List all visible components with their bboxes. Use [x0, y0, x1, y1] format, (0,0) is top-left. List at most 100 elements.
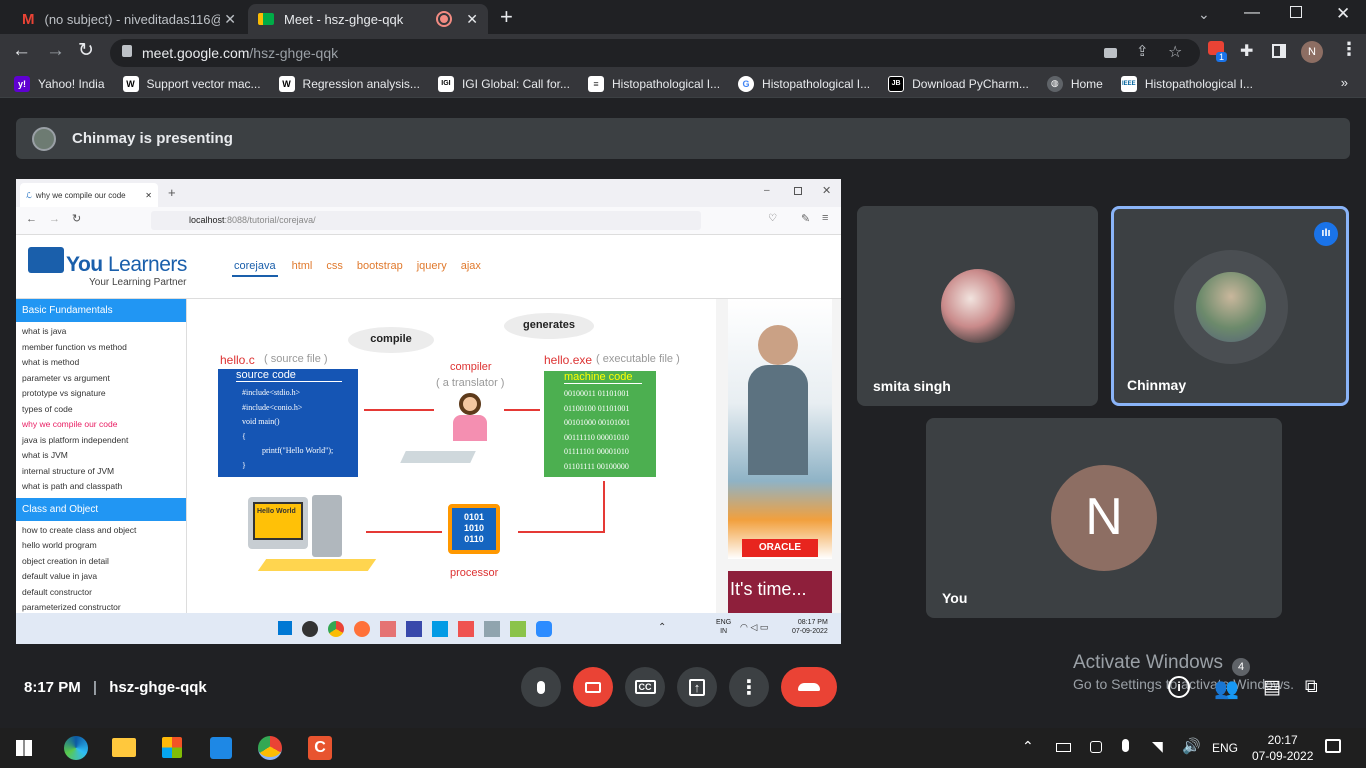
tab-strip: M (no subject) - niveditadas116@gm ✕ Mee… — [0, 0, 1366, 34]
participant-tile-you[interactable]: N You — [926, 418, 1282, 618]
jetbrains-icon: JB — [888, 75, 905, 92]
logo-tagline: Your Learning Partner — [89, 277, 187, 288]
chrome-icon — [328, 621, 344, 637]
photos-app-icon[interactable] — [210, 737, 232, 759]
more-vert-icon: ⋮ — [739, 676, 759, 699]
reload-icon[interactable]: ↻ — [78, 39, 94, 62]
presenter-banner: Chinmay is presenting — [16, 118, 1350, 159]
bookmark-item[interactable]: W Regression analysis... — [278, 75, 420, 92]
chat-button[interactable]: ▤ — [1263, 676, 1281, 701]
shared-taskbar: ⌃ ENG IN ◠ ◁ ▭ 08:17 PM 07-09-2022 — [16, 613, 841, 644]
maximize-button[interactable] — [1290, 6, 1302, 18]
store-icon[interactable] — [162, 737, 182, 758]
keyboard-icon — [257, 559, 377, 571]
bookmark-item[interactable]: IEEE Histopathological I... — [1120, 75, 1253, 92]
app-c-icon[interactable]: C — [308, 736, 332, 760]
tab-search-icon[interactable]: ⌄ — [1198, 6, 1210, 23]
leave-call-button[interactable] — [781, 667, 837, 707]
tray-chevron-icon[interactable]: ⌃ — [1022, 738, 1034, 755]
tray-chevron-icon: ⌃ — [658, 622, 667, 633]
hang-up-icon — [798, 683, 820, 691]
taskbar-lang[interactable]: ENG — [1212, 741, 1238, 755]
file-explorer-icon[interactable] — [112, 738, 136, 757]
list-item: { — [242, 431, 246, 441]
site-nav: corejava html css bootstrap jquery ajax — [232, 260, 481, 277]
ad-banner: It's time... — [728, 571, 832, 613]
new-tab-button[interactable]: + — [500, 4, 513, 30]
logo-you: You — [66, 253, 103, 276]
meeting-details-button[interactable]: i — [1168, 676, 1190, 698]
camera-icon[interactable] — [1104, 48, 1117, 58]
site-header: You Learners Your Learning Partner corej… — [16, 235, 841, 299]
captions-button[interactable]: CC — [625, 667, 665, 707]
cpu-tower-icon — [312, 495, 342, 557]
yahoo-icon: y! — [14, 75, 30, 92]
nav-bootstrap: bootstrap — [356, 260, 403, 272]
close-window-button[interactable]: ✕ — [1336, 4, 1350, 24]
more-bookmarks-icon[interactable]: » — [1341, 75, 1348, 90]
book-icon — [400, 451, 476, 463]
url-text: meet.google.com/hsz-ghge-qqk — [142, 45, 338, 61]
ad-person-body — [748, 365, 808, 475]
extensions-icon[interactable]: ✚ — [1240, 41, 1253, 61]
forward-arrow-icon[interactable]: → — [46, 40, 65, 62]
participant-avatar — [1196, 272, 1266, 342]
close-icon[interactable]: ✕ — [224, 11, 236, 28]
volume-tray-icon: 🔊 — [1182, 738, 1201, 755]
bookmark-item[interactable]: ◍ Home — [1046, 75, 1103, 92]
camera-off-button[interactable] — [573, 667, 613, 707]
windows-start-icon[interactable] — [16, 740, 32, 756]
nav-corejava: corejava — [232, 260, 278, 277]
arrow-to-computer — [366, 531, 442, 533]
notifications-icon[interactable] — [1325, 739, 1341, 753]
ad-brand: ORACLE — [742, 539, 818, 557]
compile-diagram: compile generates hello.c ( source file … — [188, 299, 716, 613]
participant-tile-smita[interactable]: smita singh — [857, 206, 1098, 406]
bookmark-item[interactable]: G Histopathological I... — [738, 75, 870, 92]
url-host: meet.google.com — [142, 45, 250, 61]
arrow-to-machine — [504, 409, 540, 411]
speaking-indicator-icon: ıIı — [1314, 222, 1338, 246]
bookmark-item[interactable]: ≡ Histopathological I... — [587, 75, 720, 92]
bookmark-item[interactable]: y! Yahoo! India — [14, 75, 105, 92]
bookmark-star-icon[interactable]: ☆ — [1168, 42, 1182, 62]
share-icon[interactable]: ⇪ — [1136, 42, 1149, 60]
list-item: 00101000 00101001 — [564, 418, 630, 427]
bookmark-item[interactable]: JB Download PyCharm... — [888, 75, 1029, 92]
minimize-button[interactable]: — — [1244, 4, 1260, 22]
logo-learners: Learners — [108, 253, 187, 276]
chrome-taskbar-icon[interactable] — [258, 736, 282, 760]
reload-icon: ↻ — [72, 213, 82, 225]
more-options-button[interactable]: ⋮ — [729, 667, 769, 707]
participant-tile-chinmay[interactable]: ıIı Chinmay — [1111, 206, 1349, 406]
shared-screen: ℒ why we compile our code ✕ + – ✕ ← → ↻ … — [16, 179, 841, 644]
activities-button[interactable]: ⧉ — [1305, 676, 1318, 701]
list-item: member function vs method — [22, 341, 127, 352]
source-code-heading: source code — [236, 369, 342, 382]
captions-icon: CC — [634, 680, 656, 694]
list-item: 01101111 00100000 — [564, 461, 629, 471]
back-arrow-icon[interactable]: ← — [12, 40, 31, 62]
people-button[interactable]: 👥 4 — [1214, 658, 1250, 701]
list-item: #include<stdio.h> — [242, 388, 301, 397]
present-button[interactable]: ↑ — [677, 667, 717, 707]
address-bar[interactable]: meet.google.com/hsz-ghge-qqk ⇪ ☆ — [110, 39, 1200, 67]
chat-icon — [484, 621, 500, 637]
shared-tab: ℒ why we compile our code ✕ — [20, 183, 158, 207]
meeting-time: 8:17 PM — [24, 679, 81, 696]
tab-gmail[interactable]: M (no subject) - niveditadas116@gm ✕ — [12, 4, 246, 34]
bookmark-item[interactable]: W Support vector mac... — [122, 75, 261, 92]
side-panel-icon[interactable] — [1272, 44, 1286, 58]
side-controls: i 👥 4 ▤ ⧉ — [1168, 658, 1318, 701]
taskbar-clock[interactable]: 20:17 07-09-2022 — [1252, 732, 1313, 764]
tab-meet[interactable]: Meet - hsz-ghge-qqk ✕ — [248, 4, 488, 34]
wifi-tray-icon: ◥ — [1152, 738, 1163, 754]
microphone-button[interactable] — [521, 667, 561, 707]
menu-dots-icon[interactable]: ⋮ — [1340, 39, 1358, 60]
meet-tray-icon — [1090, 741, 1102, 753]
close-icon[interactable]: ✕ — [466, 11, 478, 28]
edge-icon[interactable] — [64, 736, 88, 760]
bookmark-item[interactable]: IGI IGI Global: Call for... — [437, 75, 570, 92]
machine-code-box: machine code 00100011 01101001 01100100 0… — [544, 371, 656, 477]
profile-avatar[interactable]: N — [1301, 41, 1323, 63]
